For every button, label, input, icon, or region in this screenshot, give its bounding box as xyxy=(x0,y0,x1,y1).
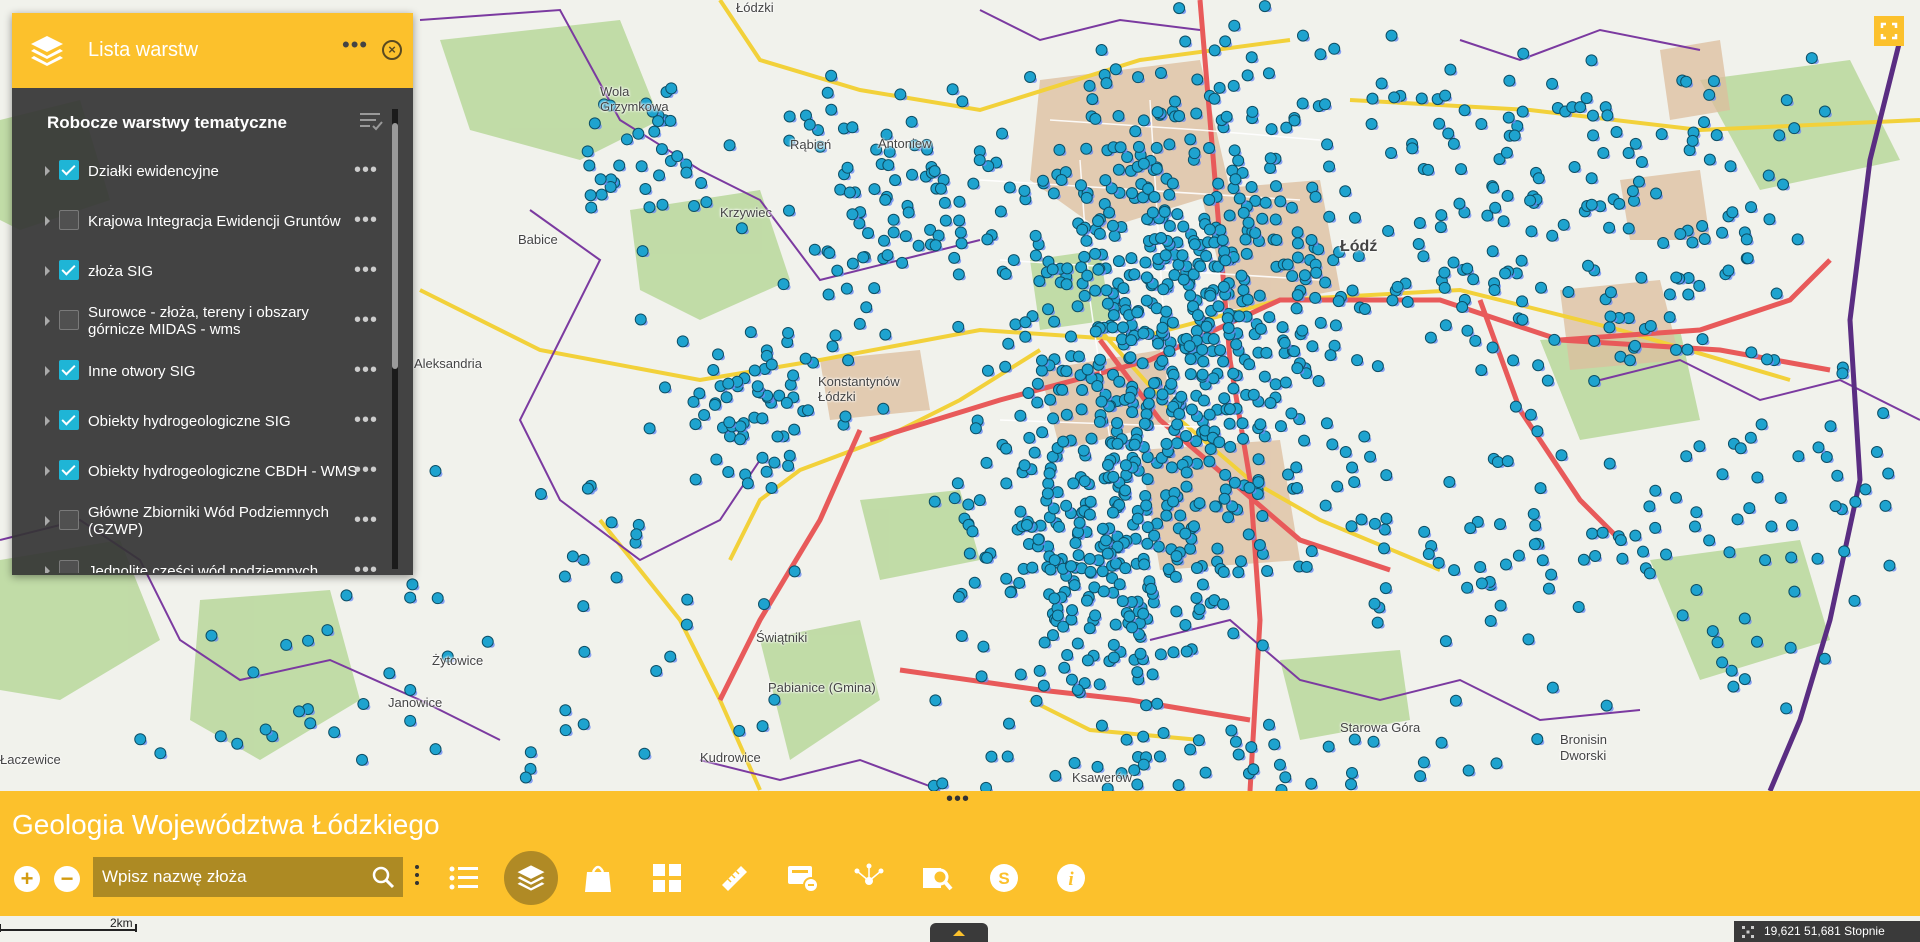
panel-menu-button[interactable]: ••• xyxy=(342,34,368,56)
measure-button[interactable] xyxy=(711,855,757,901)
layer-label: Surowce - złoża, tereny i obszary górnic… xyxy=(88,304,309,338)
layer-item[interactable]: Surowce - złoża, tereny i obszary górnic… xyxy=(12,303,392,343)
layer-label: Główne Zbiorniki Wód Podziemnych (GZWP) xyxy=(88,504,329,538)
search-input[interactable] xyxy=(93,857,363,897)
grid-button[interactable] xyxy=(644,855,690,901)
layer-label: Obiekty hydrogeologiczne SIG xyxy=(88,412,291,430)
layer-item[interactable]: Inne otwory SIG ••• xyxy=(12,353,392,393)
scale-label: 2km xyxy=(110,916,133,930)
close-icon[interactable]: × xyxy=(382,40,402,60)
print-icon xyxy=(788,866,819,893)
layer-options-button[interactable]: ••• xyxy=(354,360,378,380)
share-icon xyxy=(854,863,884,885)
panel-title: Lista warstw xyxy=(88,39,199,61)
layer-label: Jednolite części wód podziemnych xyxy=(88,562,319,574)
layer-options-button[interactable]: ••• xyxy=(354,560,378,573)
layer-checkbox[interactable] xyxy=(59,260,79,280)
layers-icon xyxy=(517,865,545,891)
layer-label: Obiekty hydrogeologiczne CBDH - WMS xyxy=(88,462,358,480)
layer-checkbox[interactable] xyxy=(59,360,79,380)
basemap-button[interactable] xyxy=(575,855,621,901)
layer-label: Inne otwory SIG xyxy=(88,362,196,380)
fullscreen-icon xyxy=(1880,22,1898,40)
layer-options-button[interactable]: ••• xyxy=(354,410,378,430)
basemap-bag-icon xyxy=(585,865,611,892)
layer-label: Krajowa Integracja Ewidencji Gruntów xyxy=(88,212,341,230)
legend-list-icon xyxy=(449,866,478,890)
layer-options-button[interactable]: ••• xyxy=(354,460,378,480)
scale-bar: 2km xyxy=(0,916,140,936)
layer-item[interactable]: Główne Zbiorniki Wód Podziemnych (GZWP) … xyxy=(12,503,392,543)
fullscreen-button[interactable] xyxy=(1874,16,1904,46)
share-button[interactable] xyxy=(846,855,892,901)
legend-button[interactable] xyxy=(441,855,487,901)
layer-label: złoża SIG xyxy=(88,262,154,280)
info-button[interactable]: i xyxy=(1048,855,1094,901)
coordinates-display[interactable]: 19,621 51,681 Stopnie xyxy=(1734,921,1920,942)
layer-item[interactable]: złoża SIG ••• xyxy=(12,253,392,293)
expand-icon[interactable] xyxy=(45,266,50,276)
layers-icon xyxy=(31,35,63,66)
layer-item[interactable]: Obiekty hydrogeologiczne CBDH - WMS ••• xyxy=(12,453,392,493)
grid-icon xyxy=(653,864,681,892)
info-icon: i xyxy=(1057,864,1085,892)
layer-options-button[interactable]: ••• xyxy=(354,510,378,530)
layer-checkbox[interactable] xyxy=(59,460,79,480)
identify-button[interactable] xyxy=(914,855,960,901)
expand-icon[interactable] xyxy=(45,166,50,176)
layer-item[interactable]: Jednolite części wód podziemnych ••• xyxy=(12,553,392,573)
cost-button[interactable]: S xyxy=(981,855,1027,901)
layer-options-button[interactable]: ••• xyxy=(354,210,378,230)
layer-group-title: Robocze warstwy tematyczne xyxy=(47,113,287,132)
layer-checkbox[interactable] xyxy=(59,560,79,573)
app-title: Geologia Województwa Łódzkiego xyxy=(12,809,440,840)
bottom-toolbar: ••• Geologia Województwa Łódzkiego + − W… xyxy=(0,788,1920,916)
layer-panel-header[interactable]: Lista warstw ••• × xyxy=(12,13,413,88)
layer-options-button[interactable]: ••• xyxy=(354,260,378,280)
layer-options-button[interactable]: ••• xyxy=(354,310,378,330)
filter-list-icon[interactable] xyxy=(358,109,384,133)
layer-checkbox[interactable] xyxy=(59,310,79,330)
expand-icon[interactable] xyxy=(45,216,50,226)
layer-label: Działki ewidencyjne xyxy=(88,162,219,180)
ruler-icon xyxy=(722,866,747,891)
search-options-button[interactable] xyxy=(414,865,420,891)
print-button[interactable] xyxy=(780,855,826,901)
svg-text:S: S xyxy=(998,869,1009,888)
zoom-search-icon xyxy=(923,868,953,891)
expand-icon[interactable] xyxy=(45,466,50,476)
search-box xyxy=(93,857,403,897)
expand-icon[interactable] xyxy=(45,566,50,573)
layer-list: Działki ewidencyjne ••• Krajowa Integrac… xyxy=(12,143,402,573)
layer-checkbox[interactable] xyxy=(59,210,79,230)
expand-icon[interactable] xyxy=(45,316,50,326)
zoom-in-button[interactable]: + xyxy=(14,866,40,892)
crosshair-icon xyxy=(1742,926,1754,938)
dollar-icon: S xyxy=(990,864,1018,892)
layer-item[interactable]: Obiekty hydrogeologiczne SIG ••• xyxy=(12,403,392,443)
layer-checkbox[interactable] xyxy=(59,160,79,180)
layer-item[interactable]: Krajowa Integracja Ewidencji Gruntów ••• xyxy=(12,203,392,243)
scrollbar-thumb[interactable] xyxy=(392,123,398,369)
layer-item[interactable]: Działki ewidencyjne ••• xyxy=(12,153,392,193)
coordinates-text: 19,621 51,681 Stopnie xyxy=(1764,924,1885,938)
layer-options-button[interactable]: ••• xyxy=(354,160,378,180)
expand-icon[interactable] xyxy=(45,516,50,526)
zoom-out-button[interactable]: − xyxy=(54,866,80,892)
layers-button[interactable] xyxy=(504,851,558,905)
layer-checkbox[interactable] xyxy=(59,410,79,430)
expand-icon[interactable] xyxy=(45,416,50,426)
layer-checkbox[interactable] xyxy=(59,510,79,530)
search-icon[interactable] xyxy=(371,865,395,889)
resize-handle[interactable]: ••• xyxy=(946,788,970,811)
svg-text:i: i xyxy=(1068,869,1074,890)
toolbar-toggle-button[interactable] xyxy=(930,923,988,942)
layer-list-panel: Lista warstw ••• × Robocze warstwy temat… xyxy=(12,13,413,575)
expand-icon[interactable] xyxy=(45,366,50,376)
